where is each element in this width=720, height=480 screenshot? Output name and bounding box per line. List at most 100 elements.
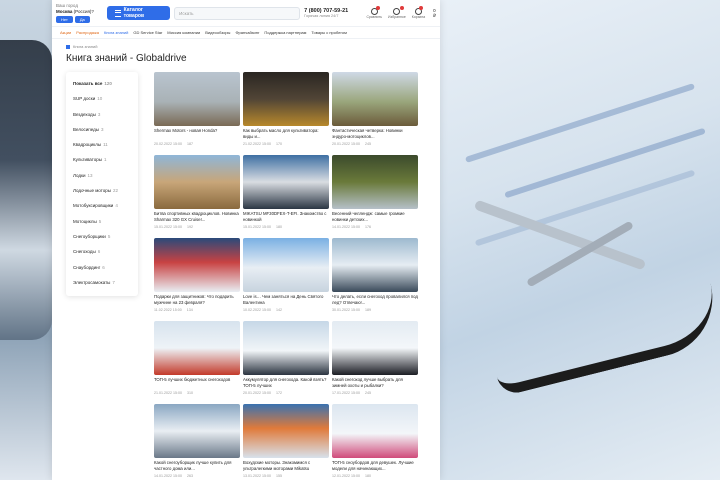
article-card[interactable]: Как выбрать масло для культиватора: виды… [243, 72, 329, 150]
nav-item-promo[interactable]: Акции [60, 30, 71, 35]
article-card[interactable]: ТОП-5 лучших бюджетных снегоходов 21.01.2… [154, 321, 240, 399]
article-meta: 15.01.2022 15:00 180 [243, 225, 329, 229]
article-card[interactable]: Подарки для защитников: Что подарить муж… [154, 238, 240, 316]
article-date: 11.02.2022 15:00 [154, 308, 182, 312]
nav-item-service[interactable]: GD Service Star [133, 30, 162, 35]
article-title[interactable]: Вохудские моторы. Знакомимся с ультралег… [243, 460, 329, 471]
sidebar-item-snowblowers[interactable]: Снегоуборщики 5 [66, 229, 138, 244]
article-title[interactable]: Подарки для защитников: Что подарить муж… [154, 294, 240, 305]
article-views: 180 [275, 225, 282, 229]
nav-item-franchise[interactable]: Франчайзинг [235, 30, 259, 35]
article-title[interactable]: Shermax Motors - новая Honda? [154, 128, 240, 139]
nav-item-mission[interactable]: Миссия компании [167, 30, 200, 35]
breadcrumb-current[interactable]: Книга знаний [73, 44, 97, 49]
article-image[interactable] [154, 238, 240, 292]
sidebar-item-boats[interactable]: Лодки 13 [66, 168, 138, 183]
article-image[interactable] [243, 238, 329, 292]
city-no-button[interactable]: Нет [56, 16, 73, 23]
article-title[interactable]: Какой снегоход лучше выбрать для зимней … [332, 377, 418, 388]
nav-item-partners[interactable]: Поддержка партнерам [264, 30, 306, 35]
article-title[interactable]: Как выбрать масло для культиватора: виды… [243, 128, 329, 139]
article-title[interactable]: ТОП-5 сноубордов для девушек. Лучшие мод… [332, 460, 418, 471]
article-date: 20.01.2022 15:00 [243, 391, 271, 395]
article-image[interactable] [243, 404, 329, 458]
phone-block[interactable]: 7 (800) 707-59-21 Горячая линия 24/7 [304, 8, 362, 18]
sidebar-item-bicycles[interactable]: Велосипеды 3 [66, 122, 138, 137]
article-views: 189 [364, 308, 371, 312]
article-image[interactable] [154, 321, 240, 375]
article-card[interactable]: Битва спортивных квадроциклов. Новинка S… [154, 155, 240, 233]
article-date: 21.01.2022 15:00 [154, 391, 182, 395]
top-nav: Акции Распродажа Книга знаний GD Service… [52, 27, 440, 39]
nav-item-sale[interactable]: Распродажа [76, 30, 99, 35]
article-image[interactable] [332, 238, 418, 292]
article-title[interactable]: ТОП-5 лучших бюджетных снегоходов [154, 377, 240, 388]
search-input[interactable]: Искать [174, 6, 301, 20]
article-title[interactable]: Фантастическая четверка: Новинки эндуро-… [332, 128, 418, 139]
sidebar-item-towers[interactable]: Мотобуксировщики 4 [66, 198, 138, 213]
article-date: 30.01.2022 15:00 [332, 308, 360, 312]
nav-item-knowledge[interactable]: Книга знаний [104, 30, 128, 35]
article-card[interactable]: Аккумулятор для снегохода. Какой взять? … [243, 321, 329, 399]
nav-item-used[interactable]: Товары с пробегом [311, 30, 346, 35]
article-card[interactable]: ТОП-5 сноубордов для девушек. Лучшие мод… [332, 404, 418, 480]
sidebar-item-motorcycles[interactable]: Мотоциклы 5 [66, 214, 138, 229]
article-meta: 20.01.2022 15:00 172 [243, 391, 329, 395]
article-image[interactable] [243, 155, 329, 209]
sidebar-item-quads[interactable]: Квадроциклы 11 [66, 137, 138, 152]
main-content: Показать все 120 SUP доски 10 Вездеходы 3 В… [66, 72, 440, 480]
article-card[interactable]: Что делать, если снегоход провалился под… [332, 238, 418, 316]
article-date: 17.01.2022 15:00 [332, 391, 360, 395]
article-image[interactable] [332, 155, 418, 209]
compare-button[interactable]: Сравнить [366, 5, 382, 19]
article-meta: 17.01.2022 15:00 245 [332, 391, 418, 395]
article-title[interactable]: Какой снегоуборщик лучше купить для част… [154, 460, 240, 471]
city-value: Москва [56, 9, 73, 14]
category-sidebar: Показать все 120 SUP доски 10 Вездеходы 3 В… [66, 72, 138, 297]
article-title[interactable]: Битва спортивных квадроциклов. Новинка S… [154, 211, 240, 222]
cart-total: 0 ₽ [433, 7, 437, 18]
city-question: (Россия)? [73, 9, 94, 14]
article-title[interactable]: Весенний челлендж: самые громкие новинки… [332, 211, 418, 222]
sidebar-item-atv-all-terrain[interactable]: Вездеходы 3 [66, 107, 138, 122]
article-card[interactable]: MIKATSU MF30DFEX-T-EFI. Знакомство с нов… [243, 155, 329, 233]
article-title[interactable]: MIKATSU MF30DFEX-T-EFI. Знакомство с нов… [243, 211, 329, 222]
sidebar-item-all[interactable]: Показать все 120 [66, 76, 138, 91]
article-image[interactable] [243, 72, 329, 126]
article-date: 15.01.2022 15:00 [243, 225, 271, 229]
article-title[interactable]: Аккумулятор для снегохода. Какой взять? … [243, 377, 329, 388]
article-image[interactable] [332, 404, 418, 458]
sidebar-item-sup[interactable]: SUP доски 10 [66, 91, 138, 106]
article-views: 176 [364, 225, 371, 229]
article-image[interactable] [332, 72, 418, 126]
article-meta: 14.01.2022 15:00 263 [154, 474, 240, 478]
article-views: 180 [364, 474, 371, 478]
article-image[interactable] [154, 72, 240, 126]
article-meta: 13.01.2022 15:00 155 [243, 474, 329, 478]
article-image[interactable] [332, 321, 418, 375]
sidebar-item-outboard[interactable]: Лодочные моторы 22 [66, 183, 138, 198]
city-yes-button[interactable]: Да [74, 16, 90, 23]
home-icon[interactable] [66, 44, 70, 49]
cart-button[interactable]: Корзина [412, 5, 425, 19]
article-card[interactable]: Love is… Чем заняться на День Святого Ва… [243, 238, 329, 316]
article-image[interactable] [154, 155, 240, 209]
article-card[interactable]: Фантастическая четверка: Новинки эндуро-… [332, 72, 418, 150]
catalog-button[interactable]: Каталог товаров [107, 6, 171, 20]
nav-item-videos[interactable]: Видеообзоры [205, 30, 230, 35]
article-card[interactable]: Shermax Motors - новая Honda? 20.02.2022 … [154, 72, 240, 150]
sidebar-item-cultivators[interactable]: Культиваторы 1 [66, 152, 138, 167]
article-card[interactable]: Вохудские моторы. Знакомимся с ультралег… [243, 404, 329, 480]
article-title[interactable]: Что делать, если снегоход провалился под… [332, 294, 418, 305]
article-card[interactable]: Весенний челлендж: самые громкие новинки… [332, 155, 418, 233]
article-title[interactable]: Love is… Чем заняться на День Святого Ва… [243, 294, 329, 305]
favorites-button[interactable]: Избранное [388, 5, 406, 19]
article-image[interactable] [154, 404, 240, 458]
article-image[interactable] [243, 321, 329, 375]
sidebar-item-snowboarding[interactable]: Снаубординг 6 [66, 260, 138, 275]
article-views: 310 [186, 391, 193, 395]
article-card[interactable]: Какой снегоход лучше выбрать для зимней … [332, 321, 418, 399]
sidebar-item-snowmobiles[interactable]: Снегоходы 6 [66, 244, 138, 259]
sidebar-item-scooters[interactable]: Электросамокаты 7 [66, 275, 138, 290]
article-card[interactable]: Какой снегоуборщик лучше купить для част… [154, 404, 240, 480]
